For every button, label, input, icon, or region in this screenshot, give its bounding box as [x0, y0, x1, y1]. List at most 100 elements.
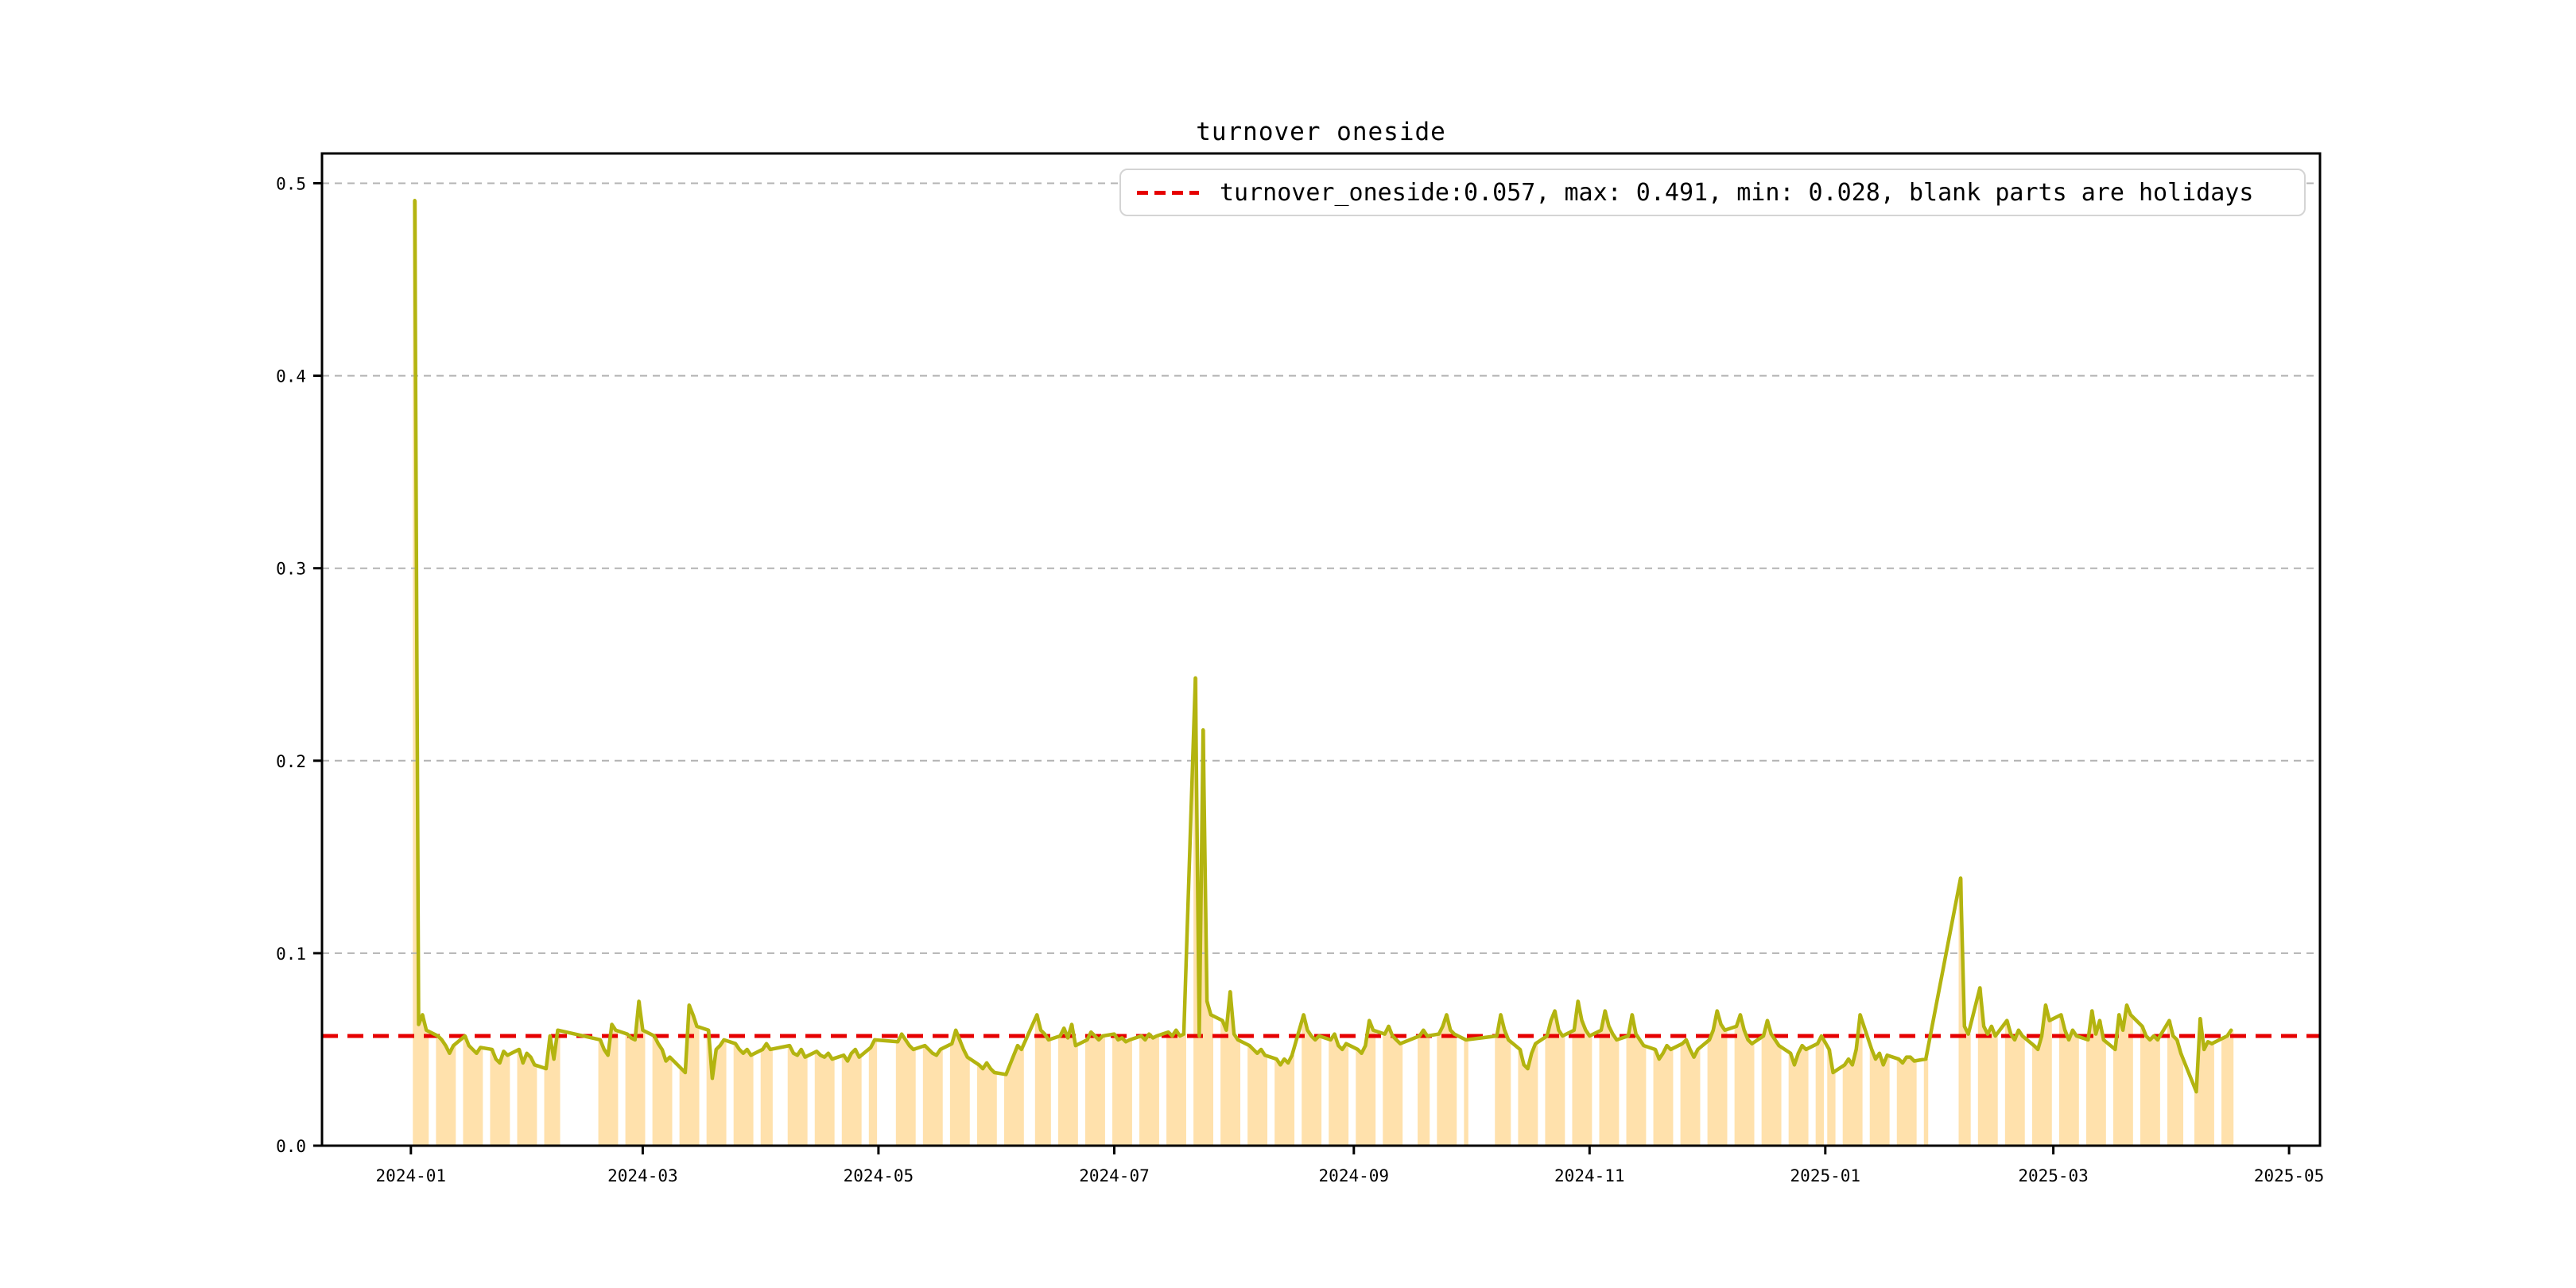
day-bar [1344, 1043, 1349, 1146]
day-bar [1046, 1039, 1051, 1146]
day-bar [926, 1049, 932, 1146]
x-tick-label: 2024-07 [1079, 1166, 1150, 1185]
day-bar [1278, 1065, 1283, 1146]
day-bar [1127, 1039, 1132, 1146]
day-bar [1112, 1034, 1117, 1146]
day-bar [2147, 1039, 2153, 1146]
day-bar [652, 1036, 658, 1146]
day-bar [992, 1073, 997, 1146]
figure-canvas: 2024-01 2024-03 2024-05 2024-07 2024-09 2024-… [0, 0, 2576, 1288]
day-bar [1139, 1036, 1144, 1146]
day-bar [1166, 1032, 1171, 1146]
day-bar [791, 1053, 797, 1146]
day-bar [2140, 1026, 2145, 1146]
day-bar [1088, 1032, 1094, 1146]
day-bar [1854, 1049, 1859, 1146]
day-bar [683, 1073, 688, 1146]
day-bar [598, 1039, 603, 1146]
day-bar [1846, 1059, 1852, 1146]
day-bar [1038, 1030, 1044, 1146]
day-bar [1181, 1034, 1186, 1146]
day-bar [930, 1053, 936, 1146]
day-bar [1506, 1039, 1511, 1146]
day-bar [1065, 1038, 1071, 1146]
day-bar [814, 1051, 820, 1146]
day-bar [2174, 1039, 2180, 1146]
chart-legend: turnover_oneside:0.057, max: 0.491, min:… [1119, 169, 2306, 216]
day-bar [1962, 1026, 1967, 1146]
day-bar [2016, 1030, 2021, 1146]
day-bar [1796, 1053, 1801, 1146]
day-bar [1587, 1036, 1593, 1146]
day-bar [1923, 1059, 1929, 1146]
day-bar [2151, 1036, 2157, 1146]
day-bar [1788, 1053, 1794, 1146]
day-bar [1707, 1039, 1713, 1146]
day-bar [1545, 1036, 1550, 1146]
y-tick-label: 0.1 [276, 945, 306, 964]
day-bar [745, 1049, 750, 1146]
day-bar [1282, 1059, 1287, 1146]
day-bar [1900, 1062, 1906, 1146]
day-bar [1177, 1036, 1183, 1146]
day-bar [633, 1039, 638, 1146]
day-bar [1502, 1030, 1507, 1146]
day-bar [1305, 1030, 1310, 1146]
day-bar [1692, 1057, 1697, 1146]
day-bar [2039, 1036, 2045, 1146]
legend-label: turnover_oneside:0.057, max: 0.491, min:… [1220, 178, 2254, 207]
day-bar [2047, 1020, 2052, 1146]
day-bar [502, 1051, 506, 1146]
day-bar [1329, 1039, 1333, 1146]
day-bar [1881, 1065, 1886, 1146]
day-bar [2155, 1039, 2160, 1146]
day-bar [1611, 1034, 1616, 1146]
day-bar [1638, 1039, 1643, 1146]
day-bar [1688, 1049, 1693, 1146]
day-bar [849, 1053, 854, 1146]
day-bar [552, 1059, 557, 1146]
day-bar [1873, 1059, 1879, 1146]
x-tick-label: 2025-01 [1790, 1166, 1861, 1185]
day-bar [1150, 1038, 1156, 1146]
x-tick-label: 2024-09 [1319, 1166, 1390, 1185]
day-bar [1452, 1034, 1457, 1146]
day-bar [818, 1055, 824, 1146]
day-bar [1247, 1046, 1252, 1146]
day-bar [722, 1039, 727, 1146]
day-bar [2062, 1030, 2068, 1146]
day-bar [436, 1036, 440, 1146]
day-bar [1553, 1011, 1558, 1146]
day-bar [494, 1059, 499, 1146]
day-bar [1850, 1065, 1855, 1146]
day-bar [1665, 1046, 1670, 1146]
y-tick-label: 0.0 [276, 1137, 306, 1156]
day-bar [2221, 1038, 2226, 1146]
day-bar [679, 1069, 685, 1146]
day-bar [440, 1039, 444, 1146]
day-bar [602, 1049, 607, 1146]
day-bar [1599, 1030, 1604, 1146]
day-bar [490, 1049, 495, 1146]
day-bar [1522, 1065, 1527, 1146]
day-bar [1398, 1043, 1403, 1146]
day-bar [853, 1049, 858, 1146]
day-bar [1363, 1046, 1368, 1146]
day-bar [1792, 1065, 1797, 1146]
day-bar [1317, 1036, 1322, 1146]
day-bar [1742, 1030, 1747, 1146]
day-bar [1668, 1049, 1674, 1146]
day-bar [1224, 1030, 1229, 1146]
day-bar [1495, 1036, 1499, 1146]
day-bar [988, 1069, 993, 1146]
day-bar [629, 1038, 634, 1146]
day-bar [1421, 1030, 1426, 1146]
day-bar [803, 1057, 808, 1146]
day-bar [1719, 1024, 1724, 1146]
day-bar [895, 1042, 901, 1146]
day-bar [1360, 1053, 1364, 1146]
day-bar [1904, 1057, 1909, 1146]
day-bar [471, 1049, 475, 1146]
day-bar [1896, 1059, 1902, 1146]
day-bar [1804, 1049, 1809, 1146]
